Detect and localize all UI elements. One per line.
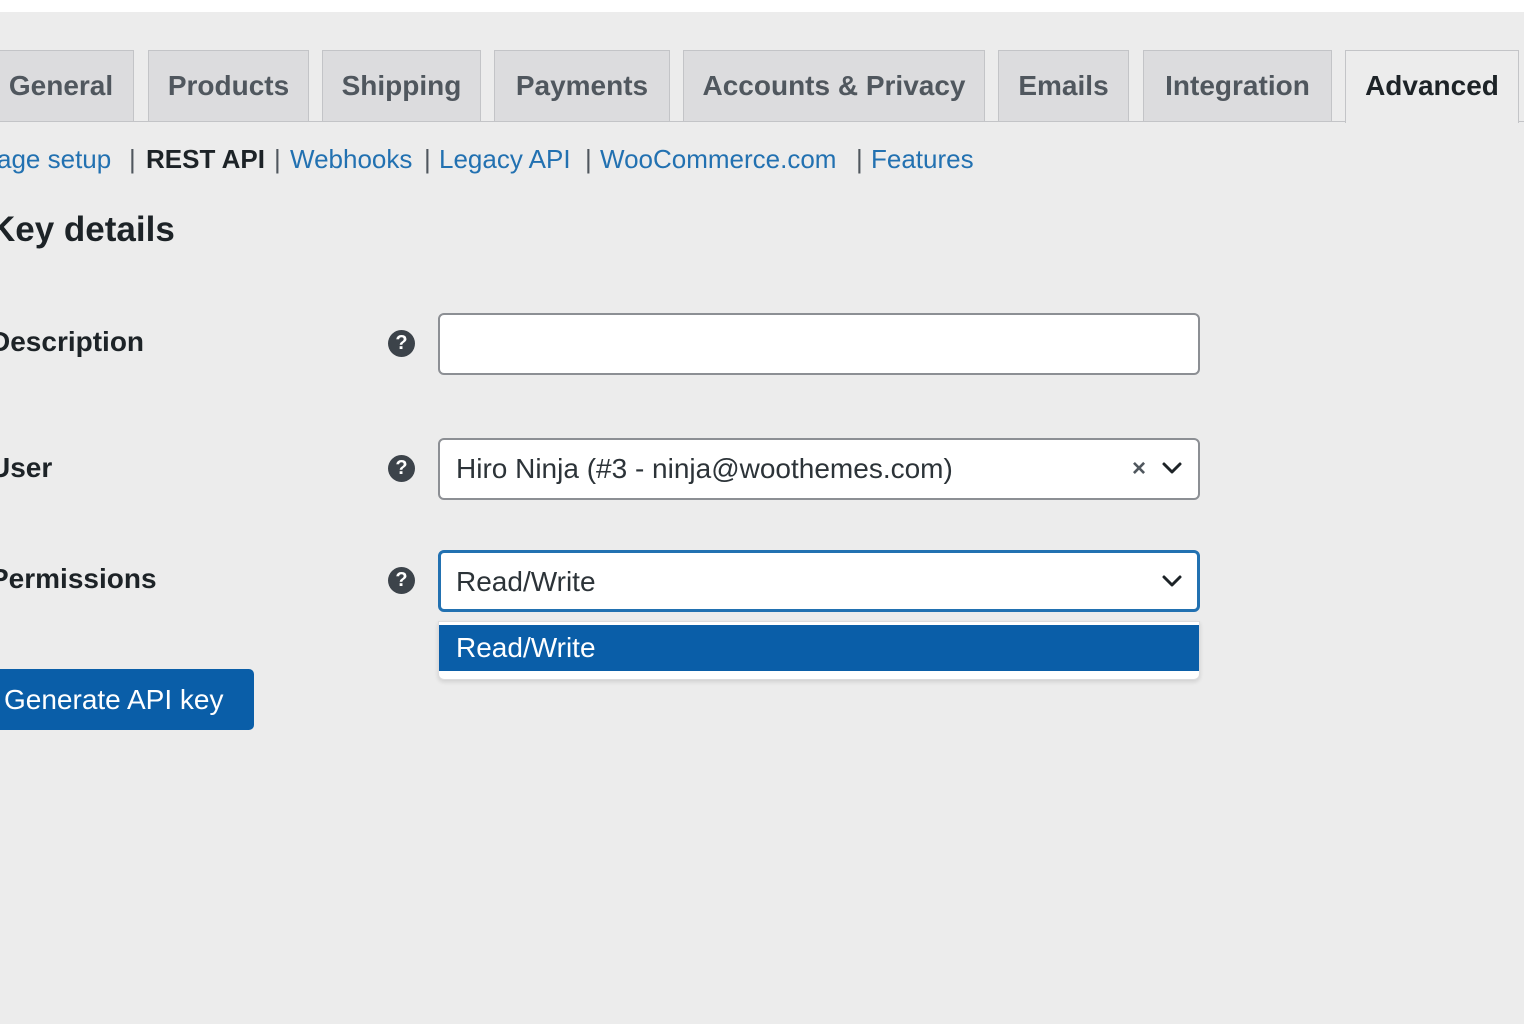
section-title: Key details: [0, 210, 175, 249]
description-help-icon[interactable]: ?: [388, 330, 415, 357]
clear-selection-icon[interactable]: ×: [1132, 440, 1146, 498]
tab-emails[interactable]: Emails: [998, 50, 1129, 121]
chevron-down-icon: [1162, 575, 1182, 587]
tab-products[interactable]: Products: [148, 50, 309, 121]
permissions-help-icon[interactable]: ?: [388, 567, 415, 594]
right-strip: [1524, 0, 1536, 1024]
settings-page: General Products Shipping Payments Accou…: [0, 0, 1536, 1024]
top-strip: [0, 0, 1536, 12]
tab-shipping[interactable]: Shipping: [322, 50, 481, 121]
description-input[interactable]: [438, 313, 1200, 375]
tab-payments[interactable]: Payments: [494, 50, 670, 121]
user-select-value: Hiro Ninja (#3 - ninja@woothemes.com): [456, 453, 953, 484]
permissions-dropdown: Read/Write: [438, 621, 1200, 680]
subnav-woocommerce-com-link[interactable]: WooCommerce.com: [600, 140, 836, 178]
subnav-separator: |: [856, 144, 863, 174]
permissions-select-value: Read/Write: [456, 566, 596, 597]
subnav-rest-api[interactable]: REST API: [146, 140, 265, 178]
user-select[interactable]: Hiro Ninja (#3 - ninja@woothemes.com) ×: [438, 438, 1200, 500]
tab-accounts-privacy[interactable]: Accounts & Privacy: [683, 50, 985, 121]
permissions-label: Permissions: [0, 563, 157, 594]
subnav-webhooks-link[interactable]: Webhooks: [290, 140, 412, 178]
subnav-separator: |: [585, 144, 592, 174]
subnav-page-setup-link[interactable]: age setup: [0, 140, 111, 178]
permissions-option-read-write[interactable]: Read/Write: [439, 625, 1199, 671]
subnav-separator: |: [424, 144, 431, 174]
subnav-separator: |: [129, 144, 136, 174]
chevron-down-icon: [1162, 462, 1182, 474]
tab-general[interactable]: General: [0, 50, 134, 121]
tab-baseline: [0, 121, 1524, 122]
permissions-select[interactable]: Read/Write: [438, 550, 1200, 612]
generate-api-key-button[interactable]: Generate API key: [0, 669, 254, 730]
subnav-separator: |: [274, 144, 281, 174]
subnav-features-link[interactable]: Features: [871, 140, 974, 178]
subnav-legacy-api-link[interactable]: Legacy API: [439, 140, 571, 178]
tab-integration[interactable]: Integration: [1143, 50, 1332, 121]
tab-advanced[interactable]: Advanced: [1345, 50, 1519, 123]
user-help-icon[interactable]: ?: [388, 455, 415, 482]
description-label: Description: [0, 326, 145, 357]
user-label: User: [0, 452, 53, 483]
